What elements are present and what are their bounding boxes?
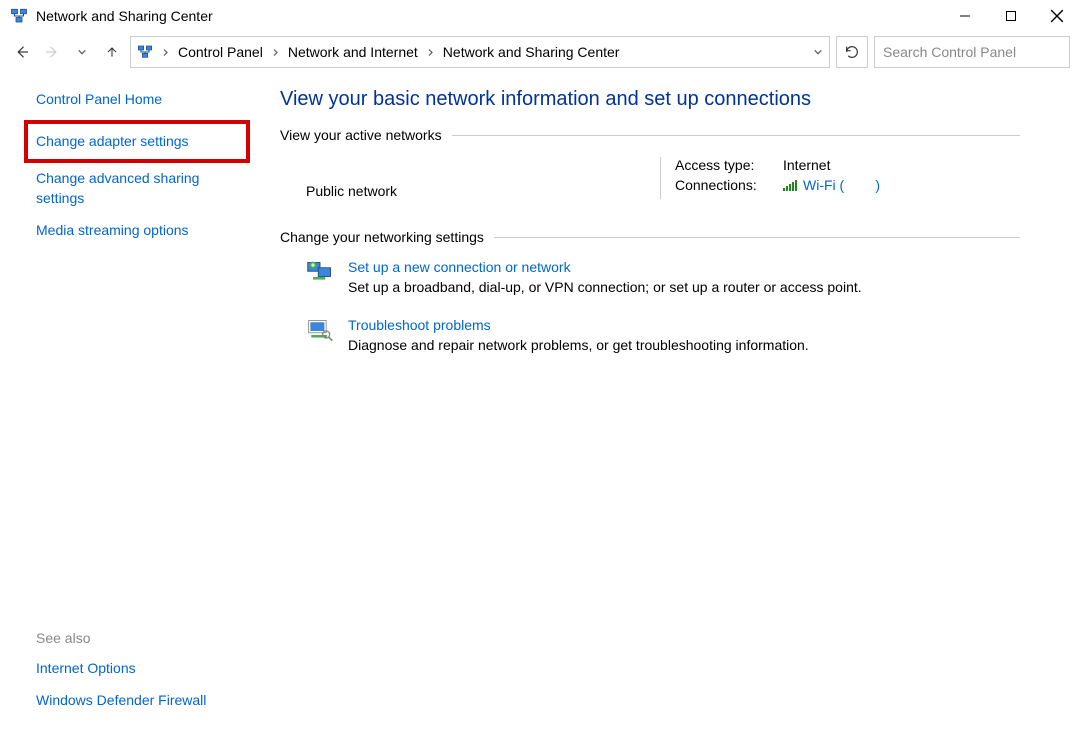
divider: [494, 237, 1020, 238]
sidebar-change-adapter-link[interactable]: Change adapter settings: [24, 120, 250, 164]
back-button[interactable]: [10, 40, 34, 64]
breadcrumb-item[interactable]: Network and Sharing Center: [443, 44, 620, 60]
action-troubleshoot-desc: Diagnose and repair network problems, or…: [348, 337, 809, 353]
chevron-right-icon[interactable]: [271, 48, 280, 57]
divider: [452, 135, 1020, 136]
access-type-label: Access type:: [675, 157, 783, 173]
window-title: Network and Sharing Center: [36, 8, 942, 24]
see-also-label: See also: [36, 630, 242, 646]
access-type-value: Internet: [783, 157, 830, 173]
sidebar: Control Panel Home Change adapter settin…: [0, 72, 260, 742]
chevron-right-icon[interactable]: [161, 48, 170, 57]
connection-link[interactable]: Wi-Fi ( ): [803, 177, 880, 193]
action-setup-connection-link[interactable]: Set up a new connection or network: [348, 259, 862, 275]
network-center-icon: [10, 7, 28, 25]
troubleshoot-icon: [306, 317, 334, 345]
close-button[interactable]: [1034, 0, 1080, 32]
active-network-row: Public network Access type: Internet Con…: [280, 157, 1020, 199]
connections-label: Connections:: [675, 177, 783, 193]
sidebar-internet-options-link[interactable]: Internet Options: [36, 659, 242, 679]
up-button[interactable]: [100, 40, 124, 64]
forward-button[interactable]: [40, 40, 64, 64]
wifi-signal-icon: [783, 179, 797, 191]
sidebar-advanced-sharing-link[interactable]: Change advanced sharing settings: [36, 169, 242, 208]
breadcrumb-item[interactable]: Network and Internet: [288, 44, 418, 60]
action-troubleshoot-link[interactable]: Troubleshoot problems: [348, 317, 809, 333]
page-heading: View your basic network information and …: [280, 88, 1020, 111]
chevron-right-icon[interactable]: [426, 48, 435, 57]
window-titlebar: Network and Sharing Center: [0, 0, 1080, 32]
breadcrumb-item[interactable]: Control Panel: [178, 44, 263, 60]
setup-connection-icon: [306, 259, 334, 287]
recent-locations-button[interactable]: [70, 40, 94, 64]
minimize-button[interactable]: [942, 0, 988, 32]
maximize-button[interactable]: [988, 0, 1034, 32]
search-input[interactable]: [883, 44, 1064, 60]
action-setup-connection: Set up a new connection or network Set u…: [280, 259, 1020, 295]
sidebar-media-streaming-link[interactable]: Media streaming options: [36, 221, 242, 241]
toolbar: Control Panel Network and Internet Netwo…: [0, 32, 1080, 72]
change-settings-header-label: Change your networking settings: [280, 229, 484, 245]
refresh-icon: [844, 44, 860, 60]
chevron-down-icon[interactable]: [813, 45, 823, 60]
connection-link-label: Wi-Fi (: [803, 177, 844, 193]
active-networks-header-label: View your active networks: [280, 127, 442, 143]
action-setup-connection-desc: Set up a broadband, dial-up, or VPN conn…: [348, 279, 862, 295]
sidebar-home-link[interactable]: Control Panel Home: [36, 90, 242, 110]
main-panel: View your basic network information and …: [260, 72, 1080, 742]
search-box[interactable]: [874, 36, 1070, 68]
address-bar[interactable]: Control Panel Network and Internet Netwo…: [130, 36, 830, 68]
change-settings-header: Change your networking settings: [280, 229, 1020, 245]
sidebar-firewall-link[interactable]: Windows Defender Firewall: [36, 691, 242, 711]
network-name: Public network: [306, 183, 660, 199]
refresh-button[interactable]: [836, 36, 868, 68]
active-networks-header: View your active networks: [280, 127, 1020, 143]
action-troubleshoot: Troubleshoot problems Diagnose and repai…: [280, 317, 1020, 353]
network-center-icon: [137, 44, 153, 60]
